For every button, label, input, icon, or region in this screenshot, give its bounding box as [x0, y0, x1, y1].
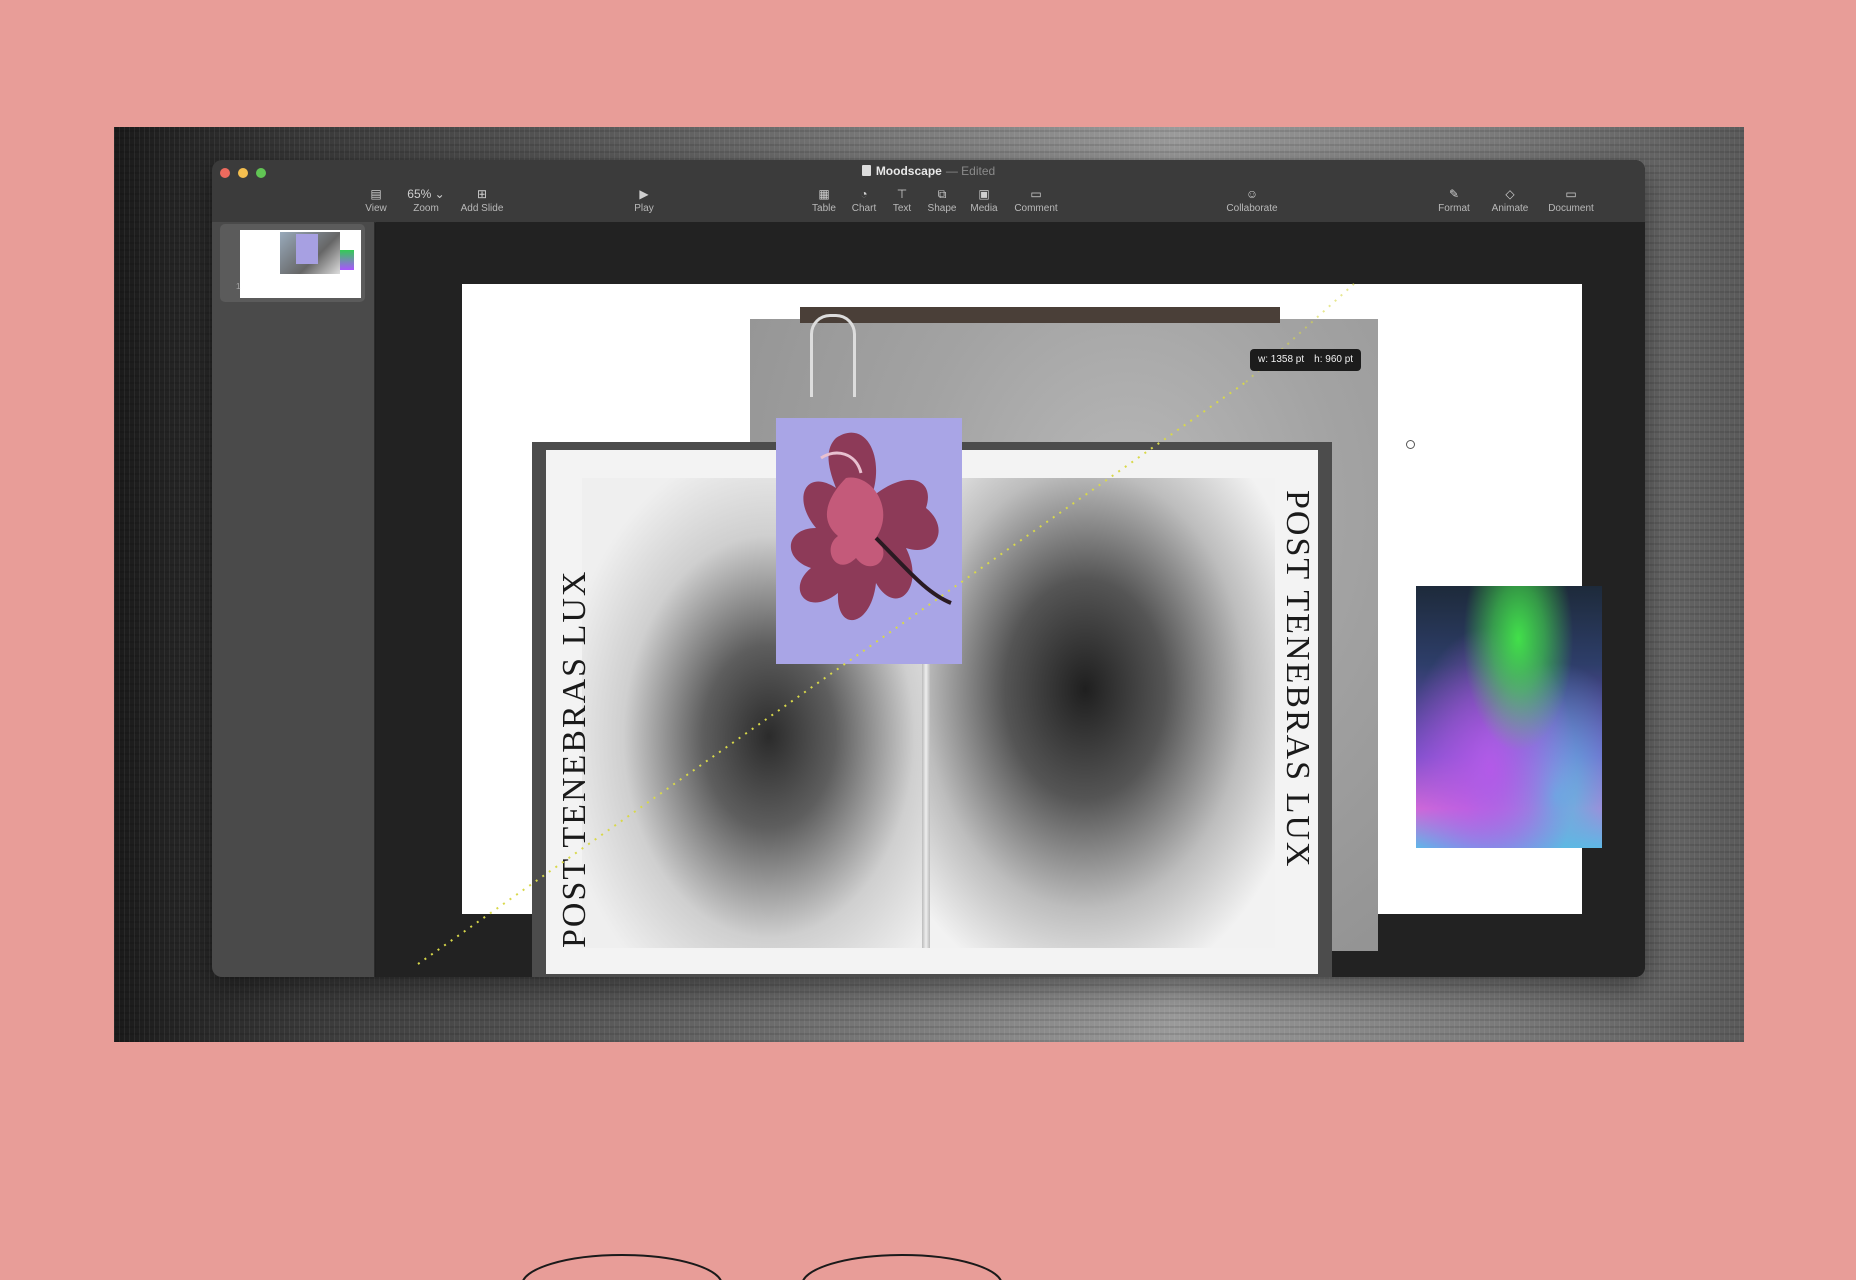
zoom-value: 65% ⌄ — [407, 187, 445, 201]
add-slide-button[interactable]: ⊞ Add Slide — [450, 186, 514, 214]
play-icon: ▶ — [639, 187, 649, 201]
document-panel-icon: ▭ — [1565, 187, 1577, 201]
play-button[interactable]: ▶ Play — [612, 186, 676, 214]
resize-handle[interactable] — [1406, 440, 1415, 449]
thumbnail-flower — [296, 234, 318, 264]
paintbrush-icon: ✎ — [1448, 187, 1460, 201]
collaborate-label: Collaborate — [1226, 203, 1278, 214]
slide-thumbnail[interactable] — [240, 230, 361, 298]
thumbnail-holo — [340, 250, 354, 270]
decorative-ovals — [522, 1254, 1002, 1280]
animate-button[interactable]: ◇ Animate — [1478, 186, 1542, 214]
slide-canvas[interactable]: POST TENEBRAS LUX POST TENEBRAS LUX — [376, 222, 1645, 977]
comment-icon: ▭ — [1030, 187, 1042, 201]
width-readout: w: 1358 pt — [1258, 354, 1305, 365]
comment-label: Comment — [1014, 203, 1058, 214]
window-title: Moodscape — Edited — [212, 164, 1645, 178]
add-slide-icon: ⊞ — [476, 187, 488, 201]
format-label: Format — [1438, 203, 1470, 214]
collaborate-icon: ☺ — [1245, 187, 1259, 201]
play-label: Play — [634, 203, 654, 214]
slide-navigator — [212, 222, 375, 977]
document-name: Moodscape — [875, 164, 942, 178]
toolbar: Moodscape — Edited ▤ View 65% ⌄ Zoom ⊞ Ad… — [212, 160, 1645, 223]
animate-icon: ◇ — [1505, 187, 1515, 201]
resize-guide-line — [417, 281, 1357, 965]
zoom-percentage: 65% — [407, 187, 432, 201]
keynote-window: Moodscape — Edited ▤ View 65% ⌄ Zoom ⊞ Ad… — [212, 160, 1645, 977]
document-label: Document — [1548, 203, 1594, 214]
format-button[interactable]: ✎ Format — [1422, 186, 1486, 214]
add-slide-label: Add Slide — [460, 203, 504, 214]
document-button[interactable]: ▭ Document — [1536, 186, 1606, 214]
sidebar-divider — [374, 222, 375, 977]
zoom-label: Zoom — [413, 203, 439, 214]
collaborate-button[interactable]: ☺ Collaborate — [1212, 186, 1292, 214]
slide-number: 1 — [236, 282, 241, 291]
document-icon — [861, 165, 871, 176]
edited-status: — Edited — [945, 164, 996, 178]
height-readout: h: 960 pt — [1314, 354, 1354, 365]
zoom-button[interactable]: 65% ⌄ Zoom — [394, 186, 458, 214]
animate-label: Animate — [1491, 203, 1529, 214]
size-tooltip: w: 1358 pt h: 960 pt — [1250, 349, 1362, 371]
comment-button[interactable]: ▭ Comment — [1004, 186, 1068, 214]
